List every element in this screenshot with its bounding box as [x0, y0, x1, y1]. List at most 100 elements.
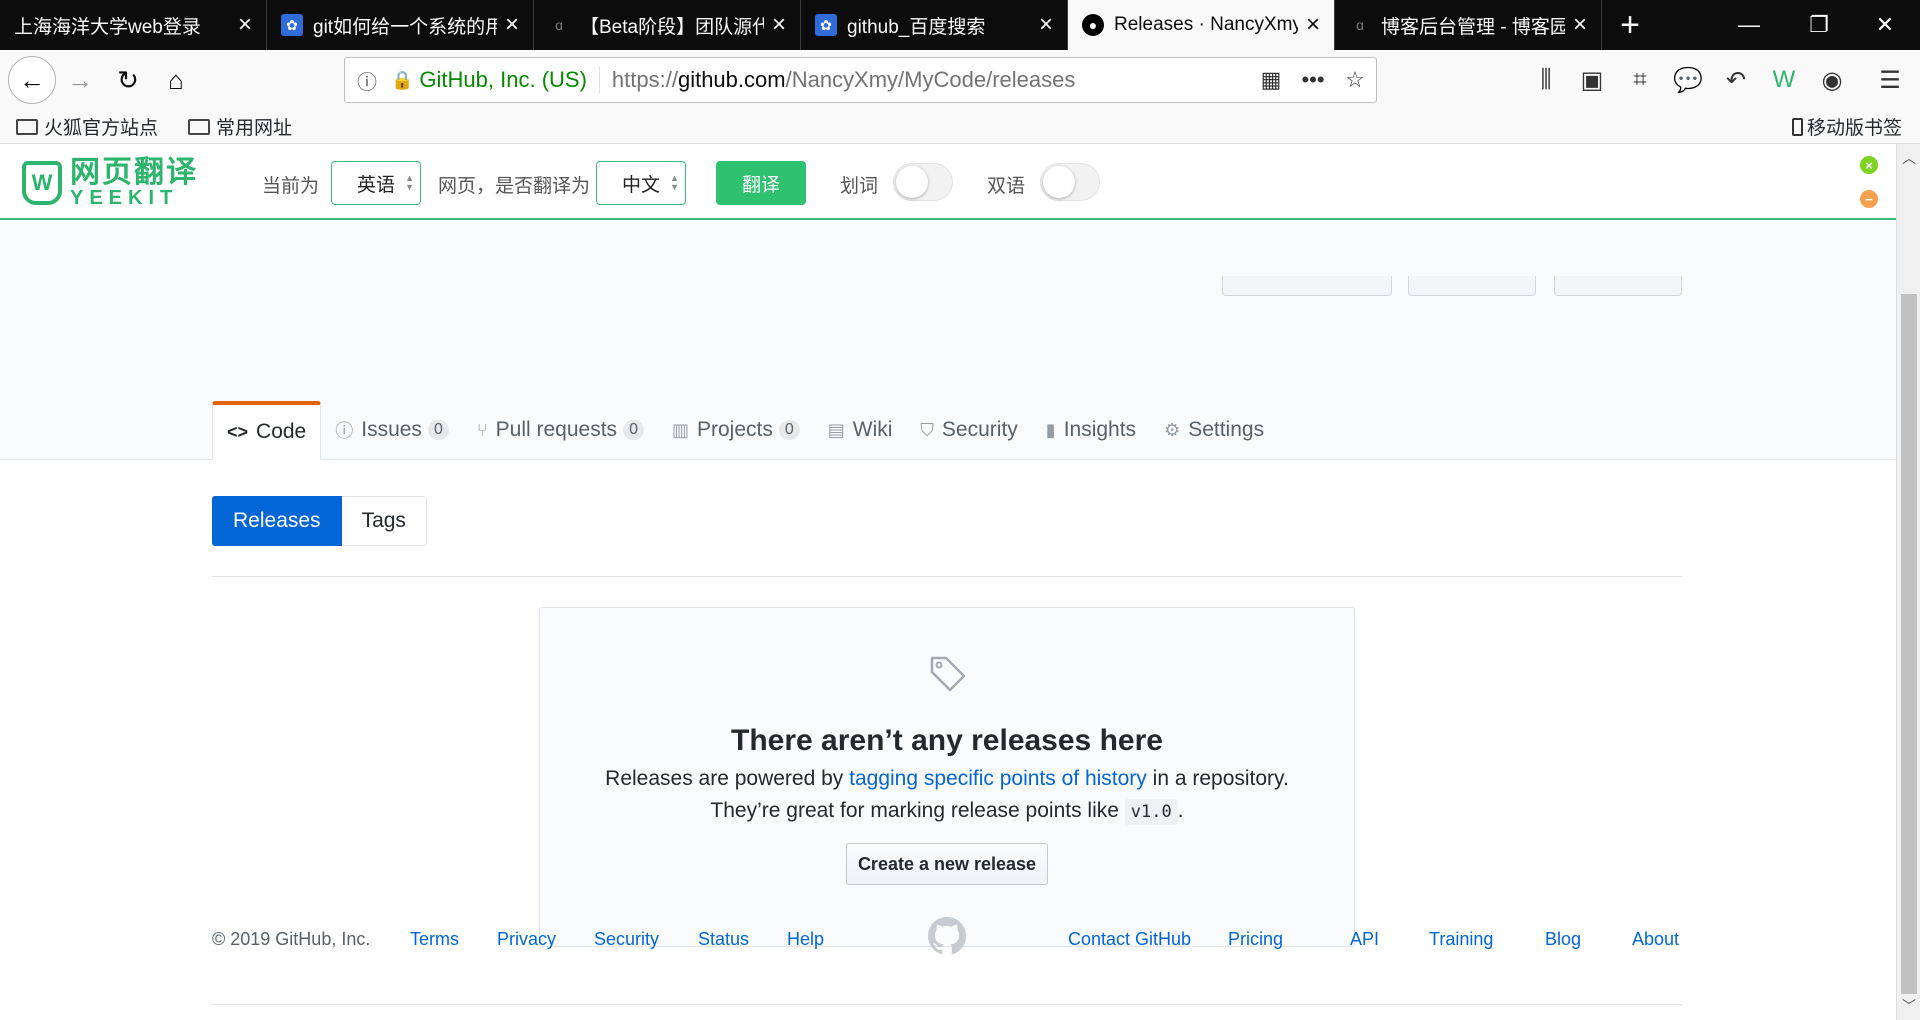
shield-icon: ⛉ [920, 419, 934, 440]
star-button[interactable] [1408, 276, 1536, 296]
bookmark-folder[interactable]: 常用网址 [188, 113, 292, 140]
tab-wiki[interactable]: ▤ Wiki [814, 401, 907, 459]
account-icon[interactable]: ◉ [1812, 60, 1852, 100]
folder-icon [16, 118, 38, 135]
qr-code-icon[interactable]: ▦ [1250, 67, 1292, 93]
footer-link-help[interactable]: Help [787, 929, 824, 950]
footer-link-status[interactable]: Status [698, 929, 749, 950]
browser-tab[interactable]: ✿ github_百度搜索 × [801, 0, 1068, 50]
create-release-button[interactable]: Create a new release [846, 843, 1048, 885]
footer-link-training[interactable]: Training [1429, 929, 1493, 950]
watch-button[interactable] [1222, 276, 1392, 296]
yeekit-extension-icon[interactable]: W [1764, 60, 1804, 100]
url-bar[interactable]: ⓘ 🔒 GitHub, Inc. (US) https://github.com… [344, 57, 1377, 103]
tab-code[interactable]: <> Code [212, 401, 322, 460]
bookmarks-toolbar: 火狐官方站点 常用网址 移动版书签 [0, 110, 1920, 144]
tab-title: git如何给一个系统的用 [313, 16, 497, 38]
bilingual-label: 双语 [987, 176, 1026, 197]
back-button[interactable]: ← [8, 56, 56, 104]
book-icon: ▤ [827, 419, 845, 440]
footer-link-terms[interactable]: Terms [410, 929, 459, 950]
empty-description: Releases are powered by tagging specific… [605, 767, 1289, 790]
close-tab-icon[interactable]: × [230, 11, 260, 39]
fork-button[interactable] [1554, 276, 1682, 296]
site-identity[interactable]: GitHub, Inc. (US) [419, 67, 600, 93]
footer-link-privacy[interactable]: Privacy [497, 929, 556, 950]
page-actions-icon[interactable]: ••• [1292, 67, 1334, 93]
new-tab-button[interactable]: + [1602, 0, 1658, 50]
bilingual-toggle[interactable] [1040, 163, 1100, 201]
scroll-down-icon[interactable]: ﹀ [1897, 996, 1920, 1016]
reload-icon[interactable]: ↻ [106, 58, 150, 102]
tab-issues[interactable]: ⓘ Issues 0 [321, 401, 463, 459]
mobile-bookmarks[interactable]: 移动版书签 [1791, 113, 1902, 140]
restore-icon[interactable]: ❐ [1784, 0, 1854, 50]
scroll-up-icon[interactable]: ︿ [1897, 148, 1920, 168]
repo-header: <> Code ⓘ Issues 0 ⑂ Pull requests 0 ▥ P… [0, 220, 1896, 460]
close-window-icon[interactable]: ✕ [1850, 0, 1920, 50]
github-octocat-icon[interactable] [928, 917, 966, 955]
browser-tab[interactable]: ɑ 博客后台管理 - 博客园 × [1335, 0, 1602, 50]
tab-title: Releases · NancyXmy [1114, 14, 1298, 35]
bookmark-folder[interactable]: 火狐官方站点 [16, 113, 158, 140]
url-text[interactable]: https://github.com/NancyXmy/MyCode/relea… [600, 67, 1250, 93]
browser-tab[interactable]: 上海海洋大学web登录 × [0, 0, 267, 50]
menu-icon[interactable]: ☰ [1870, 60, 1910, 100]
word-lookup-toggle[interactable] [893, 163, 953, 201]
count-badge: 0 [778, 420, 800, 440]
translate-to-label: 网页，是否翻译为 [438, 176, 591, 197]
page-viewport: <> Code ⓘ Issues 0 ⑂ Pull requests 0 ▥ P… [0, 144, 1896, 1020]
page-scrollbar[interactable]: ︿ ﹀ [1896, 144, 1920, 1020]
tab-insights[interactable]: ▮ Insights [1032, 401, 1150, 459]
bookmark-star-icon[interactable]: ☆ [1334, 67, 1376, 93]
translate-button[interactable]: 翻译 [716, 161, 806, 205]
project-icon: ▥ [671, 419, 689, 440]
forward-button[interactable]: → [58, 58, 102, 102]
home-icon[interactable]: ⌂ [154, 58, 198, 102]
sidebar-icon[interactable]: ▣ [1572, 60, 1612, 100]
tab-title: github_百度搜索 [847, 16, 986, 38]
browser-tab[interactable]: ɑ 【Beta阶段】团队源代 × [534, 0, 801, 50]
screenshot-crop-icon[interactable]: ⌗ [1620, 60, 1660, 100]
footer-link-blog[interactable]: Blog [1545, 929, 1581, 950]
yeekit-logo-icon: W [22, 161, 62, 205]
copyright: © 2019 GitHub, Inc. [212, 929, 371, 949]
close-tab-icon[interactable]: × [497, 11, 527, 39]
target-language-select[interactable]: 中文 ▲ ▼ [596, 161, 686, 205]
tab-pull-requests[interactable]: ⑂ Pull requests 0 [463, 401, 658, 459]
tab-settings[interactable]: ⚙ Settings [1150, 401, 1278, 459]
phone-icon [1791, 117, 1803, 136]
chat-icon[interactable]: 💬 [1668, 60, 1708, 100]
close-tab-icon[interactable]: × [1298, 11, 1328, 39]
close-toolbar-icon[interactable]: × [1860, 156, 1878, 174]
count-badge: 0 [623, 420, 644, 440]
footer-link-api[interactable]: API [1350, 929, 1379, 950]
library-icon[interactable]: ⫼ [1526, 60, 1566, 100]
mobile-bookmarks-label: 移动版书签 [1806, 118, 1902, 139]
close-tab-icon[interactable]: × [1031, 11, 1061, 39]
source-language-select[interactable]: 英语 ▲ ▼ [331, 161, 421, 205]
footer-link-security[interactable]: Security [594, 929, 659, 950]
repo-nav: <> Code ⓘ Issues 0 ⑂ Pull requests 0 ▥ P… [212, 401, 1278, 460]
scroll-thumb[interactable] [1901, 294, 1917, 994]
minimize-toolbar-icon[interactable]: − [1860, 190, 1878, 208]
tab-security[interactable]: ⛉ Security [906, 401, 1031, 459]
close-tab-icon[interactable]: × [764, 11, 794, 39]
tags-tab[interactable]: Tags [341, 496, 427, 546]
releases-tab[interactable]: Releases [212, 496, 342, 546]
footer-link-pricing[interactable]: Pricing [1228, 929, 1283, 950]
tagging-help-link[interactable]: tagging specific points of history [849, 767, 1147, 790]
footer-link-about[interactable]: About [1632, 929, 1679, 950]
bookmark-label: 火狐官方站点 [44, 118, 159, 139]
undo-icon[interactable]: ↶ [1716, 60, 1756, 100]
tab-projects[interactable]: ▥ Projects 0 [658, 401, 814, 459]
footer-divider [212, 1004, 1682, 1005]
footer-link-contact[interactable]: Contact GitHub [1068, 929, 1191, 950]
divider [212, 576, 1682, 577]
info-icon[interactable]: ⓘ [357, 66, 385, 95]
empty-title: There aren’t any releases here [731, 724, 1163, 757]
close-tab-icon[interactable]: × [1565, 11, 1595, 39]
browser-tab[interactable]: ✿ git如何给一个系统的用 × [267, 0, 534, 50]
minimize-icon[interactable]: — [1714, 0, 1784, 50]
browser-tab-active[interactable]: ● Releases · NancyXmy × [1068, 0, 1335, 50]
